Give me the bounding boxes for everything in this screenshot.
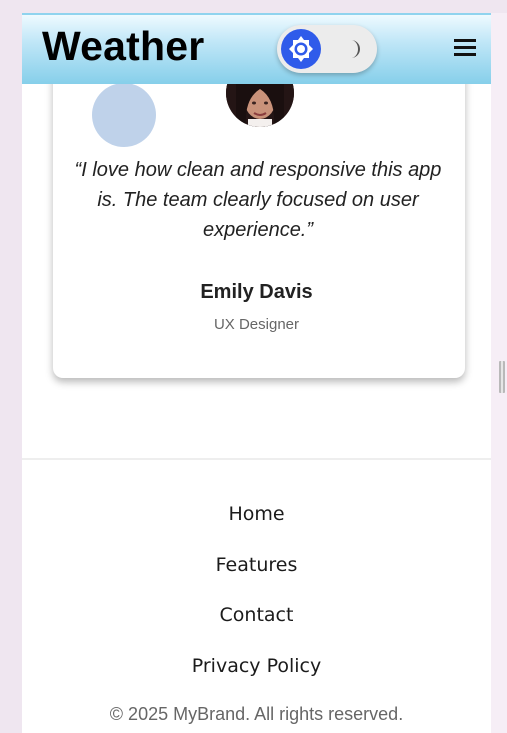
footer-link-features[interactable]: Features bbox=[22, 554, 491, 576]
hamburger-menu-icon[interactable] bbox=[454, 39, 476, 56]
footer-link-privacy-policy[interactable]: Privacy Policy bbox=[22, 655, 491, 677]
decorative-circle bbox=[92, 83, 156, 147]
moon-icon[interactable] bbox=[343, 39, 363, 59]
app-viewport: “I love how clean and responsive this ap… bbox=[22, 13, 491, 733]
app-header: Weather bbox=[22, 13, 491, 84]
sun-icon[interactable] bbox=[281, 29, 321, 69]
footer-link-contact[interactable]: Contact bbox=[22, 604, 491, 626]
copyright-text: © 2025 MyBrand. All rights reserved. bbox=[109, 704, 404, 724]
testimonial-role: UX Designer bbox=[213, 316, 300, 333]
footer-divider bbox=[22, 458, 491, 460]
testimonial-author: Emily Davis bbox=[200, 281, 313, 303]
resize-handle[interactable] bbox=[499, 361, 505, 393]
testimonial-quote: “I love how clean and responsive this ap… bbox=[74, 159, 442, 241]
footer-link-home[interactable]: Home bbox=[22, 503, 491, 525]
app-title: Weather bbox=[42, 23, 205, 69]
theme-toggle[interactable] bbox=[277, 25, 377, 73]
